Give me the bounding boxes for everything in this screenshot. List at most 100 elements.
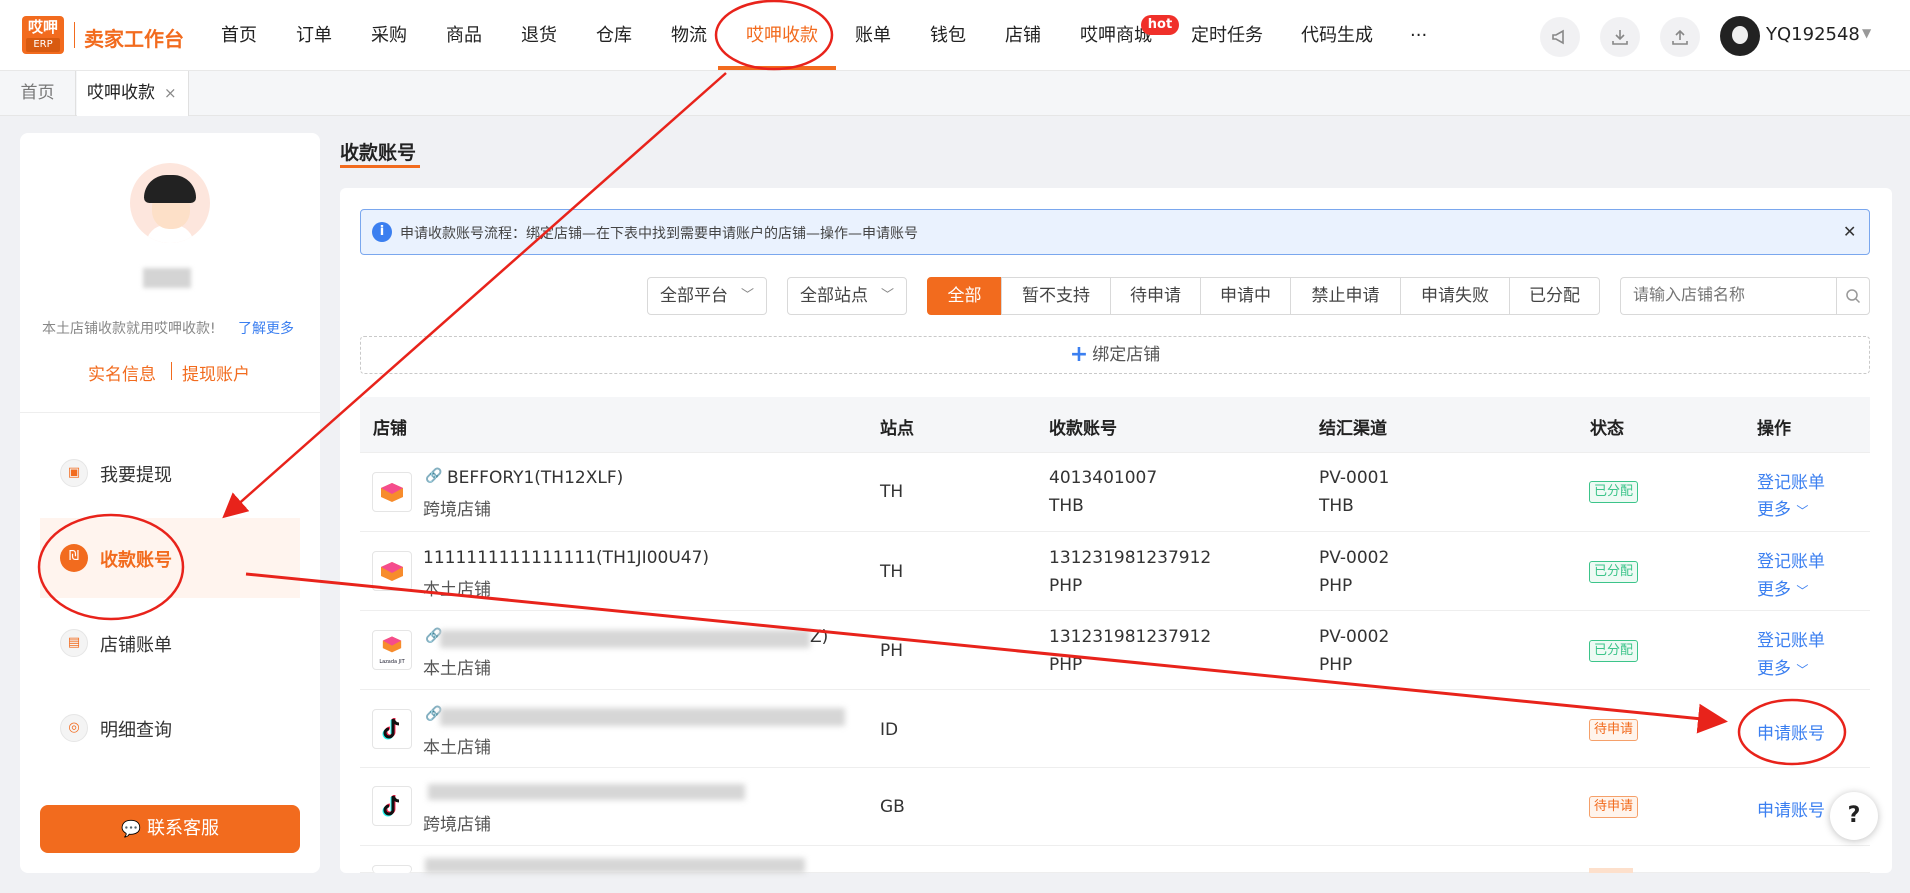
announcement-icon[interactable] bbox=[1540, 17, 1580, 57]
chat-icon: 💬 bbox=[121, 819, 141, 838]
nav-stores[interactable]: 店铺 bbox=[1005, 0, 1041, 71]
nav-scheduled-tasks[interactable]: 定时任务 bbox=[1191, 0, 1263, 71]
table-row bbox=[360, 611, 1870, 690]
status-badge: 待申请 bbox=[1589, 719, 1639, 741]
title-underline bbox=[340, 165, 420, 168]
close-icon[interactable]: ✕ bbox=[1843, 222, 1856, 241]
status-badge: 已分配 bbox=[1589, 640, 1639, 662]
store-search-input[interactable] bbox=[1620, 277, 1836, 315]
more-dropdown[interactable]: 更多 ﹀ bbox=[1757, 575, 1808, 600]
platform-select[interactable]: 全部平台 ﹀ bbox=[647, 277, 767, 315]
more-dropdown[interactable]: 更多 ﹀ bbox=[1757, 654, 1808, 679]
apply-account-link[interactable]: 申请账号 bbox=[1757, 796, 1825, 821]
sidebar-intro: 本土店铺收款就用哎呷收款! bbox=[42, 321, 216, 337]
store-name[interactable]: 1111111111111111(TH1JI00U47) bbox=[423, 548, 709, 568]
nav-bills[interactable]: 账单 bbox=[855, 0, 891, 71]
store-type: 跨境店铺 bbox=[423, 500, 491, 520]
tiktok-logo-icon bbox=[372, 786, 412, 826]
store-site: TH bbox=[880, 482, 904, 502]
nav-products[interactable]: 商品 bbox=[446, 0, 482, 71]
username[interactable]: YQ192548 bbox=[1766, 24, 1860, 45]
store-name-redacted bbox=[440, 708, 845, 726]
app-logo[interactable]: 哎呷 ERP bbox=[22, 16, 64, 54]
nav-mall[interactable]: 哎呷商城 bbox=[1080, 0, 1152, 71]
menu-item-receiving-account[interactable]: 收款账号 bbox=[100, 546, 172, 572]
close-icon[interactable]: × bbox=[164, 71, 177, 116]
contact-support-button[interactable]: 💬 联系客服 bbox=[40, 805, 300, 853]
nav-payment[interactable]: 哎呷收款 bbox=[746, 0, 818, 71]
filter-failed[interactable]: 申请失败 bbox=[1400, 277, 1510, 315]
brand-title[interactable]: 卖家工作台 bbox=[84, 23, 184, 52]
store-type: 跨境店铺 bbox=[423, 815, 491, 835]
register-bill-link[interactable]: 登记账单 bbox=[1757, 468, 1825, 493]
account-icon: ₪ bbox=[60, 544, 88, 572]
user-avatar[interactable] bbox=[1720, 16, 1760, 56]
filter-unsupported[interactable]: 暂不支持 bbox=[1001, 277, 1111, 315]
store-name-redacted bbox=[425, 858, 805, 873]
bind-store-button[interactable]: + 绑定店铺 bbox=[360, 336, 1870, 374]
apply-account-link[interactable]: 申请账号 bbox=[1757, 719, 1825, 744]
col-action: 操作 bbox=[1757, 419, 1791, 439]
table-row bbox=[360, 453, 1870, 532]
col-store: 店铺 bbox=[373, 419, 407, 439]
profile-name-redacted bbox=[143, 268, 191, 288]
menu-item-store-bills[interactable]: 店铺账单 bbox=[100, 631, 172, 657]
filter-assigned[interactable]: 已分配 bbox=[1509, 277, 1600, 315]
store-site: GB bbox=[880, 797, 905, 817]
more-dropdown[interactable]: 更多 ﹀ bbox=[1757, 495, 1808, 520]
nav-wallet[interactable]: 钱包 bbox=[930, 0, 966, 71]
learn-more-link[interactable]: 了解更多 bbox=[238, 318, 294, 338]
nav-home[interactable]: 首页 bbox=[221, 0, 257, 71]
realname-info-link[interactable]: 实名信息 bbox=[88, 360, 156, 385]
register-bill-link[interactable]: 登记账单 bbox=[1757, 547, 1825, 572]
channel-currency: THB bbox=[1319, 496, 1354, 516]
nav-purchase[interactable]: 采购 bbox=[371, 0, 407, 71]
sidebar bbox=[20, 133, 320, 873]
withdraw-icon: ▣ bbox=[60, 459, 88, 487]
profile-avatar bbox=[130, 163, 210, 243]
channel-code: PV-0002 bbox=[1319, 627, 1390, 647]
chevron-down-icon[interactable]: ▼ bbox=[1862, 26, 1871, 40]
account-currency: THB bbox=[1049, 496, 1084, 516]
help-button[interactable]: ? bbox=[1830, 792, 1878, 840]
filter-all[interactable]: 全部 bbox=[927, 277, 1002, 315]
store-name-redacted bbox=[428, 784, 745, 800]
page-title: 收款账号 bbox=[340, 142, 417, 164]
account-currency: PHP bbox=[1049, 655, 1083, 675]
nav-more[interactable]: ··· bbox=[1410, 0, 1427, 71]
col-site: 站点 bbox=[880, 419, 914, 439]
download-icon[interactable] bbox=[1600, 17, 1640, 57]
store-name[interactable]: BEFFORY1(TH12XLF) bbox=[447, 468, 623, 488]
nav-orders[interactable]: 订单 bbox=[296, 0, 332, 71]
link-divider bbox=[171, 362, 172, 380]
menu-item-withdraw[interactable]: 我要提现 bbox=[100, 461, 172, 487]
tab-home[interactable]: 首页 bbox=[0, 71, 76, 116]
link-icon[interactable]: 🔗 bbox=[425, 468, 442, 484]
site-select[interactable]: 全部站点 ﹀ bbox=[787, 277, 907, 315]
chevron-down-icon: ﹀ bbox=[740, 288, 754, 303]
filter-pending[interactable]: 待申请 bbox=[1110, 277, 1201, 315]
table-row bbox=[360, 690, 1870, 768]
account-currency: PHP bbox=[1049, 576, 1083, 596]
nav-warehouse[interactable]: 仓库 bbox=[596, 0, 632, 71]
chevron-down-icon: ﹀ bbox=[880, 288, 894, 303]
account-number: 131231981237912 bbox=[1049, 627, 1212, 647]
info-icon: i bbox=[372, 222, 392, 242]
page-tabs-bar bbox=[0, 71, 1910, 116]
logo-divider bbox=[74, 22, 75, 48]
nav-logistics[interactable]: 物流 bbox=[671, 0, 707, 71]
upload-icon[interactable] bbox=[1660, 17, 1700, 57]
search-icon[interactable] bbox=[1836, 277, 1870, 315]
store-logo-icon bbox=[372, 865, 412, 873]
filter-forbidden[interactable]: 禁止申请 bbox=[1290, 277, 1401, 315]
col-status: 状态 bbox=[1590, 419, 1624, 439]
nav-returns[interactable]: 退货 bbox=[521, 0, 557, 71]
nav-codegen[interactable]: 代码生成 bbox=[1301, 0, 1373, 71]
store-type: 本土店铺 bbox=[423, 659, 491, 679]
status-badge: 待申请 bbox=[1589, 796, 1639, 818]
menu-item-detail-query[interactable]: 明细查询 bbox=[100, 716, 172, 742]
filter-applying[interactable]: 申请中 bbox=[1200, 277, 1291, 315]
channel-code: PV-0002 bbox=[1319, 548, 1390, 568]
register-bill-link[interactable]: 登记账单 bbox=[1757, 626, 1825, 651]
withdraw-account-link[interactable]: 提现账户 bbox=[182, 360, 250, 385]
